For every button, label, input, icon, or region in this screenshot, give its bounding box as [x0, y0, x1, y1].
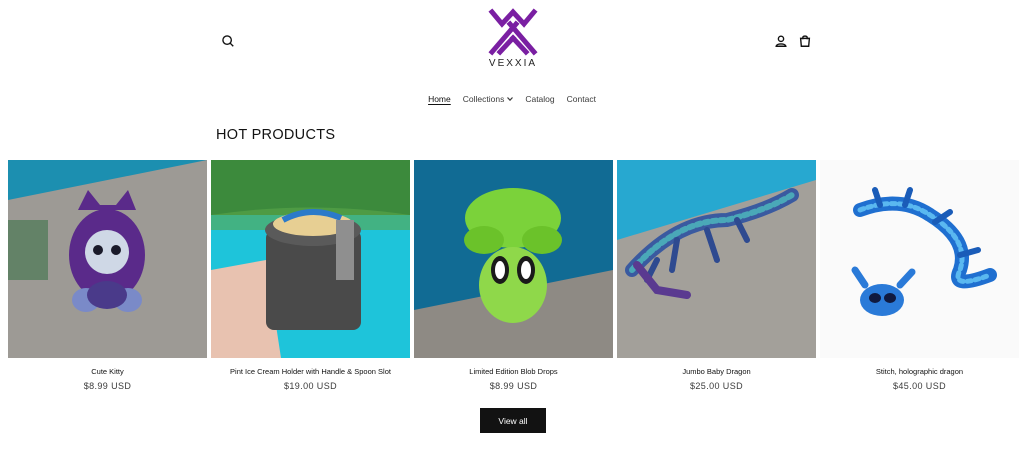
cart-icon [799, 35, 811, 47]
product-card[interactable]: Limited Edition Blob Drops $8.99 USD [414, 160, 613, 391]
account-icon [775, 35, 787, 47]
product-title[interactable]: Limited Edition Blob Drops [414, 367, 613, 376]
search-button[interactable] [217, 30, 239, 52]
product-grid: Cute Kitty $8.99 USD Pint Ice Cream Hold… [8, 160, 1019, 400]
product-image[interactable] [617, 160, 816, 358]
nav-item-contact[interactable]: Contact [561, 94, 602, 104]
chevron-down-icon [507, 97, 514, 101]
view-all-button[interactable]: View all [480, 408, 546, 433]
product-title[interactable]: Cute Kitty [8, 367, 207, 376]
product-card[interactable]: Stitch, holographic dragon $45.00 USD [820, 160, 1019, 391]
product-price: $8.99 USD [83, 381, 132, 391]
site-header: VEXXIA [0, 0, 1024, 90]
nav-item-collections[interactable]: Collections [457, 94, 520, 104]
nav-item-home[interactable]: Home [422, 94, 457, 104]
product-card[interactable]: Jumbo Baby Dragon $25.00 USD [617, 160, 816, 391]
vexxia-logo-mark [488, 8, 538, 56]
product-title[interactable]: Jumbo Baby Dragon [617, 367, 816, 376]
search-icon [222, 35, 234, 47]
product-card[interactable]: Cute Kitty $8.99 USD [8, 160, 207, 391]
product-title[interactable]: Stitch, holographic dragon [820, 367, 1019, 376]
section-title: HOT PRODUCTS [216, 127, 336, 143]
product-image[interactable] [8, 160, 207, 358]
nav-item-label: Collections [462, 94, 505, 104]
logo-link[interactable]: VEXXIA [482, 8, 544, 69]
nav-item-catalog[interactable]: Catalog [519, 94, 560, 104]
product-price: $19.00 USD [283, 381, 338, 391]
logo-text: VEXXIA [488, 58, 538, 69]
product-card[interactable]: Pint Ice Cream Holder with Handle & Spoo… [211, 160, 410, 391]
product-title[interactable]: Pint Ice Cream Holder with Handle & Spoo… [211, 367, 410, 376]
product-image[interactable] [414, 160, 613, 358]
product-image[interactable] [820, 160, 1019, 358]
product-price: $25.00 USD [689, 381, 744, 391]
product-price: $45.00 USD [892, 381, 947, 391]
product-price: $8.99 USD [489, 381, 538, 391]
product-image[interactable] [211, 160, 410, 358]
main-nav: Home Collections Catalog Contact [0, 94, 1024, 104]
account-button[interactable] [770, 30, 792, 52]
cart-button[interactable] [794, 30, 816, 52]
